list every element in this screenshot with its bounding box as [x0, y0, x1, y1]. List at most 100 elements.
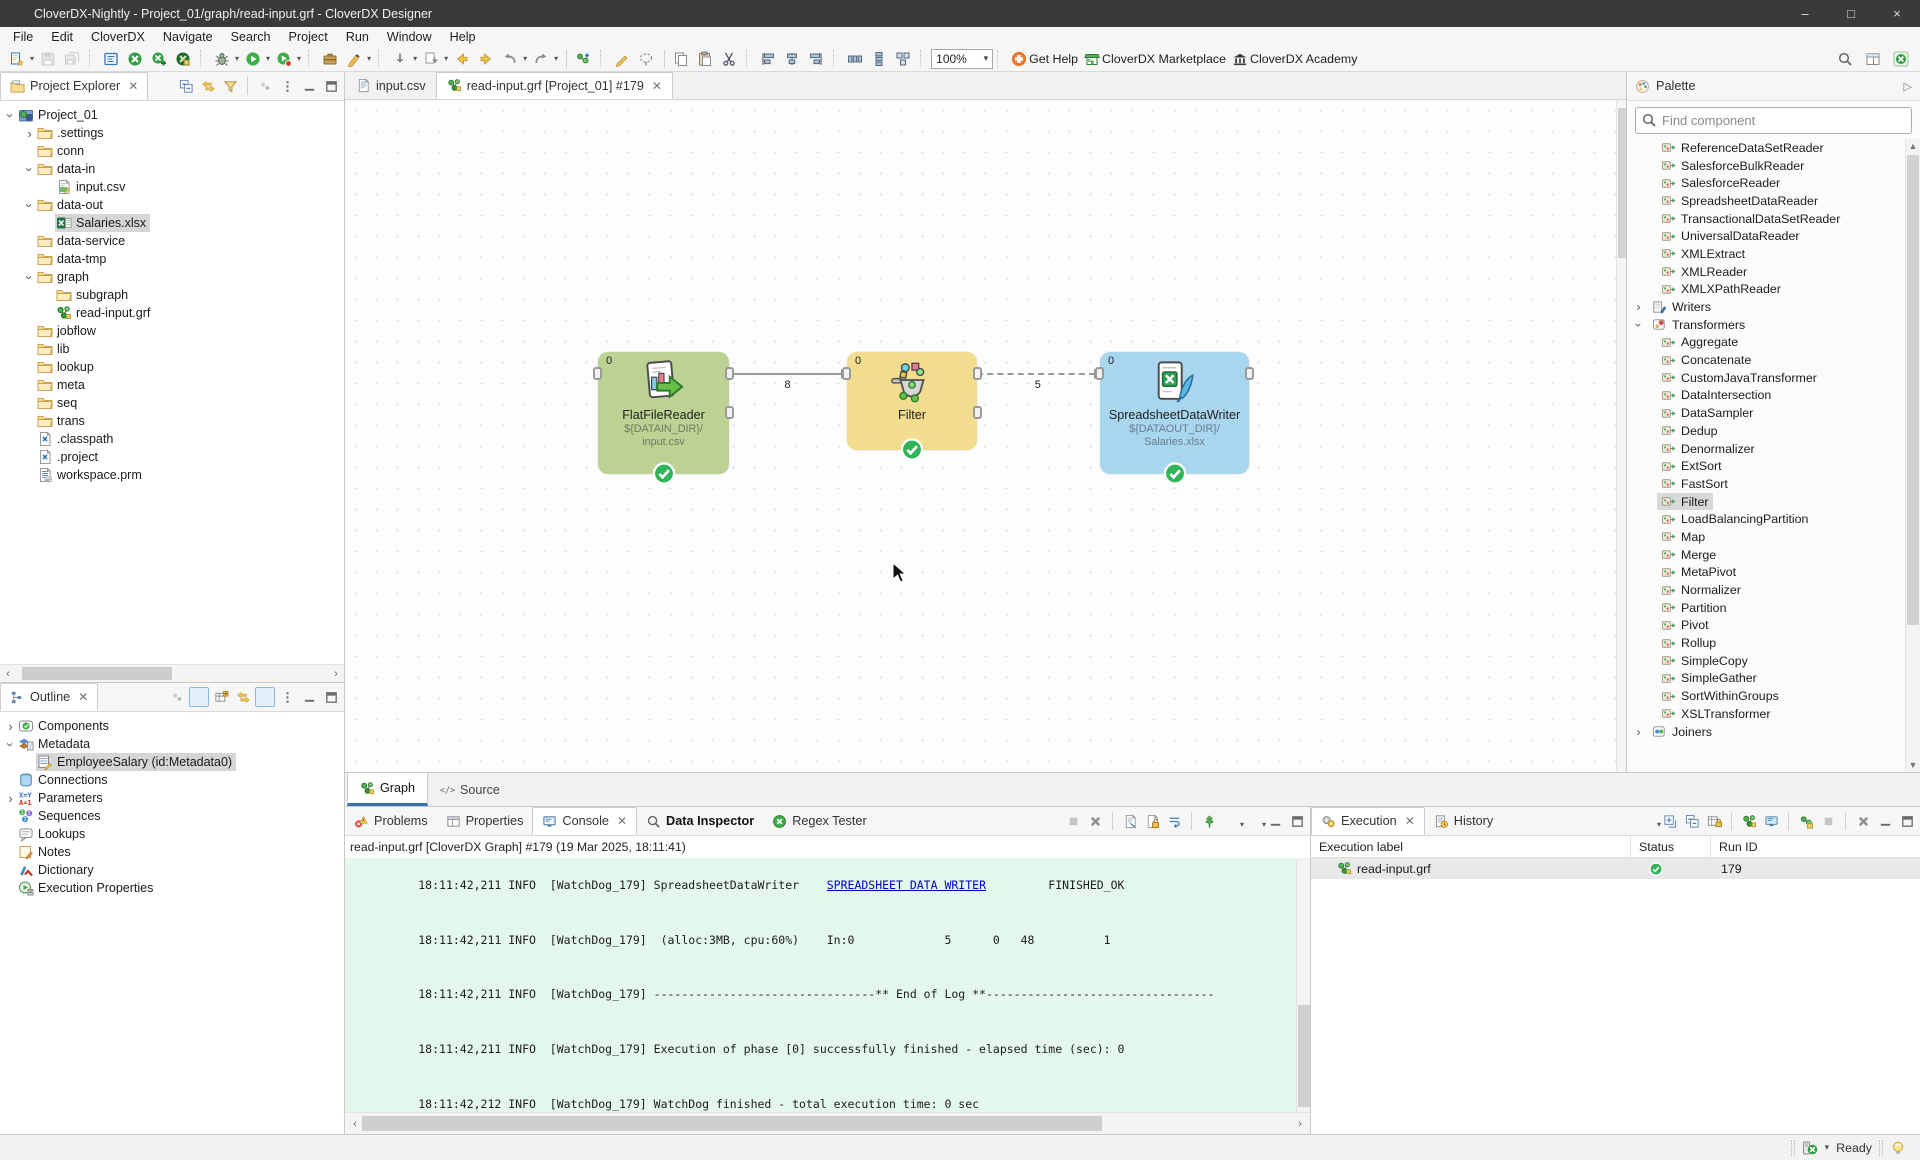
scroll-down-icon[interactable]: ▼ [1906, 758, 1920, 772]
tree-item--classpath[interactable]: .classpath [0, 430, 344, 448]
Filter[interactable]: 0 Filter [842, 352, 982, 461]
graph-green-icon[interactable]: ▾ [1739, 811, 1759, 831]
palette-item-loadbalancingpartition[interactable]: LoadBalancingPartition [1627, 510, 1905, 528]
expand-all-icon[interactable]: ▾ [1660, 811, 1680, 831]
palette-item-dataintersection[interactable]: DataIntersection [1627, 387, 1905, 405]
tab-outline[interactable]: Outline ✕ [0, 683, 99, 711]
tree-item-trans[interactable]: trans [0, 412, 344, 430]
input-port[interactable] [1095, 367, 1104, 380]
palette-item-transformers[interactable]: › Transformers [1627, 316, 1905, 334]
palette-item-extsort[interactable]: ExtSort [1627, 457, 1905, 475]
minimize-icon[interactable]: ▾ [299, 76, 319, 96]
console-panel-tab-console[interactable]: Console ✕ [532, 807, 638, 835]
tree-item-data-out[interactable]: › data-out [0, 196, 344, 214]
link-editor-icon[interactable]: ▾ [198, 76, 218, 96]
chevron-icon[interactable]: › [4, 720, 17, 733]
tree-item-conn[interactable]: conn [0, 142, 344, 160]
tree-item-salaries-xlsx[interactable]: Salaries.xlsx [0, 214, 344, 232]
outline-item-parameters[interactable]: › X=Y A=1 Parameters [0, 789, 344, 807]
scroll-left-icon[interactable]: ‹ [347, 1115, 363, 1132]
palette-item-spreadsheetdatareader[interactable]: SpreadsheetDataReader [1627, 192, 1905, 210]
chevron-icon[interactable]: › [22, 163, 37, 176]
minimize-icon[interactable]: ▾ [1265, 811, 1285, 831]
new-graph-button[interactable]: ▾ [572, 49, 596, 69]
align-left-button[interactable]: ▾ [757, 49, 781, 69]
dropdown-arrow-icon[interactable]: ▾ [297, 54, 301, 63]
previous-edit-button[interactable]: ▾ [451, 49, 475, 69]
collapse-all-icon[interactable]: ▾ [176, 76, 196, 96]
palette-item-xmlextract[interactable]: XMLExtract [1627, 245, 1905, 263]
dropdown-arrow-icon[interactable]: ▾ [266, 54, 270, 63]
mark-occurrences-button[interactable]: ▾ [343, 49, 374, 69]
menu-item-help[interactable]: Help [441, 30, 485, 44]
view-menu-icon[interactable]: ▾ [277, 687, 297, 707]
palette-item-merge[interactable]: Merge [1627, 546, 1905, 564]
palette-item-filter[interactable]: Filter [1627, 493, 1905, 511]
word-wrap-icon[interactable]: ▾ [1164, 811, 1184, 831]
output-port[interactable] [973, 367, 982, 380]
palette-item-salesforcereader[interactable]: SalesforceReader [1627, 174, 1905, 192]
minimize-icon[interactable]: ▾ [1875, 811, 1895, 831]
skip-breakpoints-button[interactable]: ▾ [389, 49, 420, 69]
menu-item-run[interactable]: Run [337, 30, 378, 44]
tool-button[interactable]: ▾ [1638, 811, 1661, 831]
dropdown-arrow-icon[interactable]: ▾ [444, 54, 448, 63]
run-button[interactable]: ▾ [242, 49, 273, 69]
outline-item-connections[interactable]: Connections [0, 771, 344, 789]
console-panel-tab-regex-tester[interactable]: Regex Tester [763, 807, 876, 835]
palette-item-pivot[interactable]: Pivot [1627, 617, 1905, 635]
align-middle-button[interactable]: ▾ [781, 49, 805, 69]
align-right-button[interactable]: ▾ [805, 49, 829, 69]
tree-item-project-01[interactable]: › Project_01 [0, 106, 344, 124]
scrollbar-thumb[interactable] [362, 1116, 1102, 1131]
tool-button[interactable]: ▾ [255, 687, 275, 707]
tool-button[interactable]: ▾ [189, 687, 209, 707]
view-tab-source[interactable]: </> Source [428, 773, 512, 806]
palette-vscrollbar[interactable]: ▲ ▼ [1905, 139, 1920, 772]
palette-item-aggregate[interactable]: Aggregate [1627, 334, 1905, 352]
palette-item-salesforcebulkreader[interactable]: SalesforceBulkReader [1627, 157, 1905, 175]
clear-console-icon[interactable]: ▾ [1120, 811, 1140, 831]
dropdown-arrow-icon[interactable]: ▾ [413, 54, 417, 63]
tool-button[interactable]: ▾ [1221, 811, 1244, 831]
execution-row-read-input-grf[interactable]: read-input.grf 179 [1311, 858, 1920, 879]
console-vscrollbar[interactable] [1296, 858, 1310, 1112]
palette-item-xmlreader[interactable]: XMLReader [1627, 263, 1905, 281]
palette-item-customjavatransformer[interactable]: CustomJavaTransformer [1627, 369, 1905, 387]
dropdown-arrow-icon[interactable]: ▾ [1825, 1142, 1830, 1153]
search-button[interactable]: ▾ [1834, 49, 1858, 69]
close-icon[interactable]: ✕ [617, 814, 627, 828]
canvas-vscrollbar[interactable] [1616, 100, 1626, 772]
tree-item-input-csv[interactable]: input.csv [0, 178, 344, 196]
distribute-vertical-button[interactable]: ▾ [868, 49, 892, 69]
scrollbar-thumb[interactable] [1618, 108, 1626, 258]
dropdown-arrow-icon[interactable]: ▾ [235, 54, 239, 63]
project-explorer-hscrollbar[interactable]: ‹ › [0, 664, 344, 682]
grid-lock-icon[interactable]: ▾ [1704, 811, 1724, 831]
editor-tab-read-input-grf-project-01-179[interactable]: read-input.grf [Project_01] #179 ✕ [435, 72, 673, 99]
auto-layout-button[interactable]: ▾ [892, 49, 916, 69]
next-edit-button[interactable]: ▾ [475, 49, 499, 69]
tree-item-jobflow[interactable]: jobflow [0, 322, 344, 340]
palette-item-datasampler[interactable]: DataSampler [1627, 404, 1905, 422]
outline-item-lookups[interactable]: Lookups [0, 825, 344, 843]
dropdown-arrow-icon[interactable]: ▾ [554, 54, 558, 63]
outline-item-metadata[interactable]: › Metadata [0, 735, 344, 753]
filter-funnel-icon[interactable]: ▾ [220, 76, 240, 96]
table-mode-icon[interactable]: ▾ [211, 687, 231, 707]
scrollbar-thumb[interactable] [22, 667, 172, 680]
column-header-execution-label[interactable]: Execution label [1311, 836, 1631, 857]
collapse-all-icon[interactable]: ▾ [1682, 811, 1702, 831]
find-component-input[interactable] [1635, 107, 1912, 134]
tree-item-seq[interactable]: seq [0, 394, 344, 412]
graph-run-icon[interactable]: ▾ [1796, 811, 1816, 831]
open-perspective-button[interactable]: ▾ [1862, 49, 1886, 69]
chevron-icon[interactable]: › [3, 109, 18, 122]
chevron-icon[interactable]: › [23, 127, 36, 140]
tree-item--project[interactable]: .project [0, 448, 344, 466]
academy-button[interactable]: CloverDX Academy ▾ [1229, 49, 1360, 69]
terminate-icon[interactable]: ▾ [1063, 811, 1083, 831]
scroll-up-icon[interactable]: ▲ [1906, 139, 1920, 153]
palette-item-referencedatasetreader[interactable]: ReferenceDataSetReader [1627, 139, 1905, 157]
palette-item-map[interactable]: Map [1627, 528, 1905, 546]
